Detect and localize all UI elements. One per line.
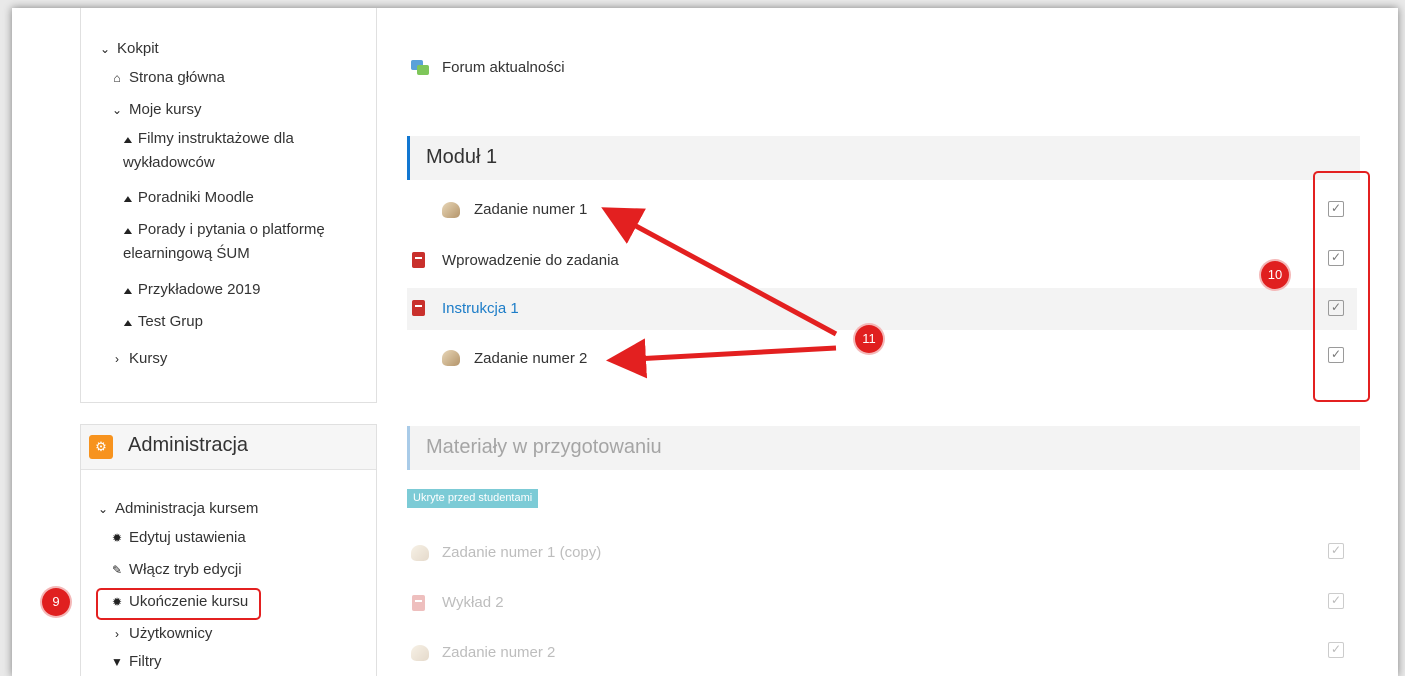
completion-checkbox[interactable]: ✓ [1328,642,1344,658]
annotation-badge-11: 11 [855,325,883,353]
arrow-to-zadanie-2 [606,338,837,379]
section-materials: Materiały w przygotowaniu [407,426,1360,470]
resource-link[interactable]: Wykład 2 [442,594,504,611]
pdf-icon [412,595,425,611]
section-title[interactable]: Materiały w przygotowaniu [426,436,662,459]
activity-link[interactable]: Zadanie numer 1 (copy) [442,544,601,561]
activity-link[interactable]: Zadanie numer 2 [442,644,555,661]
completion-checkbox[interactable]: ✓ [1328,593,1344,609]
assignment-icon [411,645,429,661]
hidden-from-students-badge: Ukryte przed studentami [407,489,539,508]
arrow-to-zadanie-1 [601,207,838,337]
completion-checkbox[interactable]: ✓ [1328,543,1344,559]
assignment-icon [411,545,429,561]
screen: ⌄ Kokpit ⌂ Strona główna ⌄ Moje kursy ▲ Film… [12,8,1398,676]
annotation-arrows [601,207,838,379]
